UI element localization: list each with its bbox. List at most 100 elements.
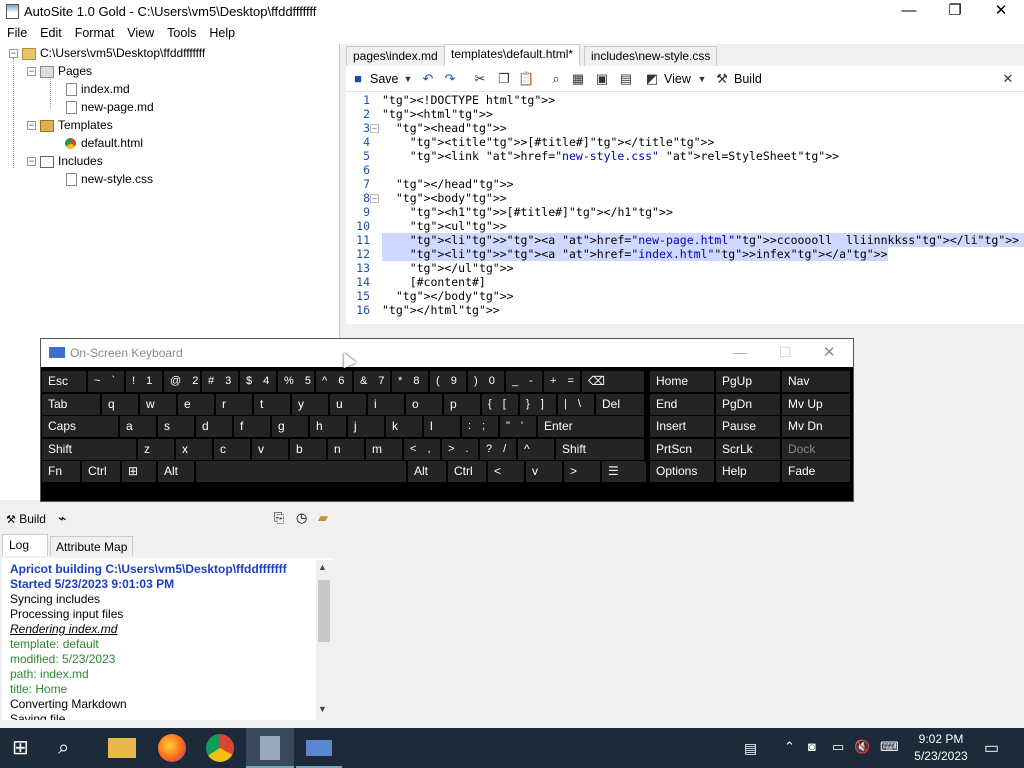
osk-key[interactable]: @ 2 <box>164 371 200 392</box>
osk-key[interactable]: b <box>290 438 326 460</box>
tree-root[interactable]: − C:\Users\vm5\Desktop\ffddfffffff <box>9 46 205 64</box>
osk-key[interactable] <box>196 461 406 482</box>
tab-new-style-css[interactable]: includes\new-style.css <box>584 46 718 66</box>
osk-key[interactable]: ☰ <box>602 461 646 482</box>
osk-key[interactable]: j <box>348 416 384 437</box>
tree-item-new-page-md[interactable]: new-page.md <box>66 100 154 118</box>
osk-key[interactable]: l <box>424 416 460 437</box>
osk-key[interactable]: + = <box>544 371 580 392</box>
code-line[interactable]: "tg"><html"tg">> <box>382 107 493 121</box>
tab-default-html[interactable]: templates\default.html* <box>444 44 581 66</box>
osk-key[interactable]: | \ <box>558 393 594 415</box>
menu-view[interactable]: View <box>120 24 160 40</box>
osk-key[interactable]: Insert <box>650 416 714 437</box>
osk-key[interactable]: _ - <box>506 371 542 392</box>
osk-key[interactable]: PrtScn <box>650 438 714 460</box>
osk-key[interactable]: ~ ` <box>88 371 124 392</box>
menu-format[interactable]: Format <box>68 24 121 40</box>
osk-key[interactable]: p <box>444 393 480 415</box>
osk-key[interactable]: > . <box>442 438 478 460</box>
menu-file[interactable]: File <box>0 24 33 40</box>
code-editor[interactable]: 1 "tg"><!DOCTYPE html"tg">> 2 "tg"><html"tg… <box>346 92 1024 324</box>
code-line[interactable]: "tg"><ul"tg">> <box>382 219 507 233</box>
osk-key[interactable]: v <box>526 461 562 482</box>
osk-key[interactable]: z <box>138 438 174 460</box>
undo-icon[interactable]: ↶ <box>420 71 436 87</box>
osk-key[interactable]: & 7 <box>354 371 390 392</box>
file-explorer-icon[interactable] <box>108 738 136 758</box>
osk-key[interactable]: Tab <box>42 393 100 415</box>
redo-icon[interactable]: ↷ <box>442 71 458 87</box>
osk-key[interactable]: PgDn <box>716 393 780 415</box>
osk-key[interactable]: } ] <box>520 393 556 415</box>
osk-key[interactable]: s <box>158 416 194 437</box>
collapse-icon[interactable]: − <box>27 157 36 167</box>
insert-icon[interactable]: ▤ <box>618 71 634 87</box>
osk-key[interactable]: ? / <box>480 438 516 460</box>
osk-key[interactable]: o <box>406 393 442 415</box>
osk-key[interactable]: < <box>488 461 524 482</box>
view-button[interactable]: View <box>664 70 691 88</box>
stopwatch-icon[interactable]: ◷ <box>296 510 307 526</box>
code-line[interactable]: "tg"><li"tg">>"tg"><a "at">href="new-pag… <box>382 233 1024 247</box>
code-line[interactable]: "tg"><head"tg">> <box>382 121 507 135</box>
tab-index-md[interactable]: pages\index.md <box>346 46 445 66</box>
osk-key[interactable]: n <box>328 438 364 460</box>
code-line[interactable]: "tg"><link "at">href="new-style.css" "at… <box>382 149 839 163</box>
code-line[interactable]: [#content#] <box>382 275 486 289</box>
network-icon[interactable]: ▭ <box>832 739 844 755</box>
clock-time[interactable]: 9:02 PM <box>916 732 966 746</box>
tree-item-pages[interactable]: − Pages <box>27 64 92 82</box>
menu-tools[interactable]: Tools <box>160 24 202 40</box>
osk-key[interactable]: Alt <box>158 461 194 482</box>
collapse-icon[interactable]: − <box>9 49 18 59</box>
save-button[interactable]: Save <box>370 70 399 88</box>
osk-key[interactable]: < , <box>404 438 440 460</box>
start-icon[interactable]: ⊞ <box>12 734 40 762</box>
paste-icon[interactable]: 📋 <box>518 71 534 87</box>
osk-key[interactable]: Fn <box>42 461 80 482</box>
tab-attribute-map[interactable]: Attribute Map <box>50 536 134 556</box>
osk-key[interactable]: f <box>234 416 270 437</box>
preview-icon[interactable]: ⎘ <box>274 510 284 526</box>
osk-key[interactable]: End <box>650 393 714 415</box>
osk-key[interactable]: a <box>120 416 156 437</box>
tree-item-default-html[interactable]: default.html <box>64 136 143 154</box>
osk-key[interactable]: t <box>254 393 290 415</box>
collapse-icon[interactable]: − <box>27 67 36 77</box>
osk-key[interactable]: d <box>196 416 232 437</box>
fold-toggle-icon[interactable]: − <box>370 124 379 133</box>
menu-help[interactable]: Help <box>202 24 241 40</box>
code-line[interactable]: "tg"></ul"tg">> <box>382 261 514 275</box>
tab-log[interactable]: Log <box>2 534 48 556</box>
tree-item-templates[interactable]: − Templates <box>27 118 113 136</box>
osk-key[interactable]: Pause <box>716 416 780 437</box>
osk-key[interactable]: Home <box>650 371 714 392</box>
firefox-icon[interactable] <box>158 734 186 762</box>
table-icon[interactable]: ▦ <box>570 71 586 87</box>
touch-keyboard-icon[interactable]: ⌨ <box>880 739 899 755</box>
code-line[interactable]: "tg"></body"tg">> <box>382 289 514 303</box>
osk-key[interactable]: i <box>368 393 404 415</box>
osk-key[interactable]: ! 1 <box>126 371 162 392</box>
osk-key[interactable]: Fade <box>782 461 850 482</box>
osk-key[interactable]: " ' <box>500 416 536 437</box>
code-line[interactable]: "tg"></html"tg">> <box>382 303 500 317</box>
osk-key[interactable]: Caps <box>42 416 118 437</box>
clock-date[interactable]: 5/23/2023 <box>910 749 972 763</box>
osk-key[interactable]: r <box>216 393 252 415</box>
collapse-icon[interactable]: − <box>27 121 36 131</box>
osk-key[interactable]: Del <box>596 393 644 415</box>
code-line[interactable]: "tg"></head"tg">> <box>382 177 514 191</box>
open-folder-icon[interactable]: ▰ <box>318 510 328 526</box>
find-icon[interactable]: ⌕ <box>548 71 564 87</box>
cut-icon[interactable]: ✂ <box>472 71 488 87</box>
osk-close-button[interactable]: ✕ <box>823 343 836 361</box>
tree-item-index-md[interactable]: index.md <box>66 82 130 100</box>
osk-key[interactable]: h <box>310 416 346 437</box>
notification-icon[interactable]: ▭ <box>984 738 999 758</box>
osk-key[interactable]: Dock <box>782 438 850 460</box>
volume-muted-icon[interactable]: 🔇 <box>854 739 870 755</box>
osk-maximize-button[interactable]: ☐ <box>779 344 792 361</box>
build-button[interactable]: Build <box>734 70 762 88</box>
